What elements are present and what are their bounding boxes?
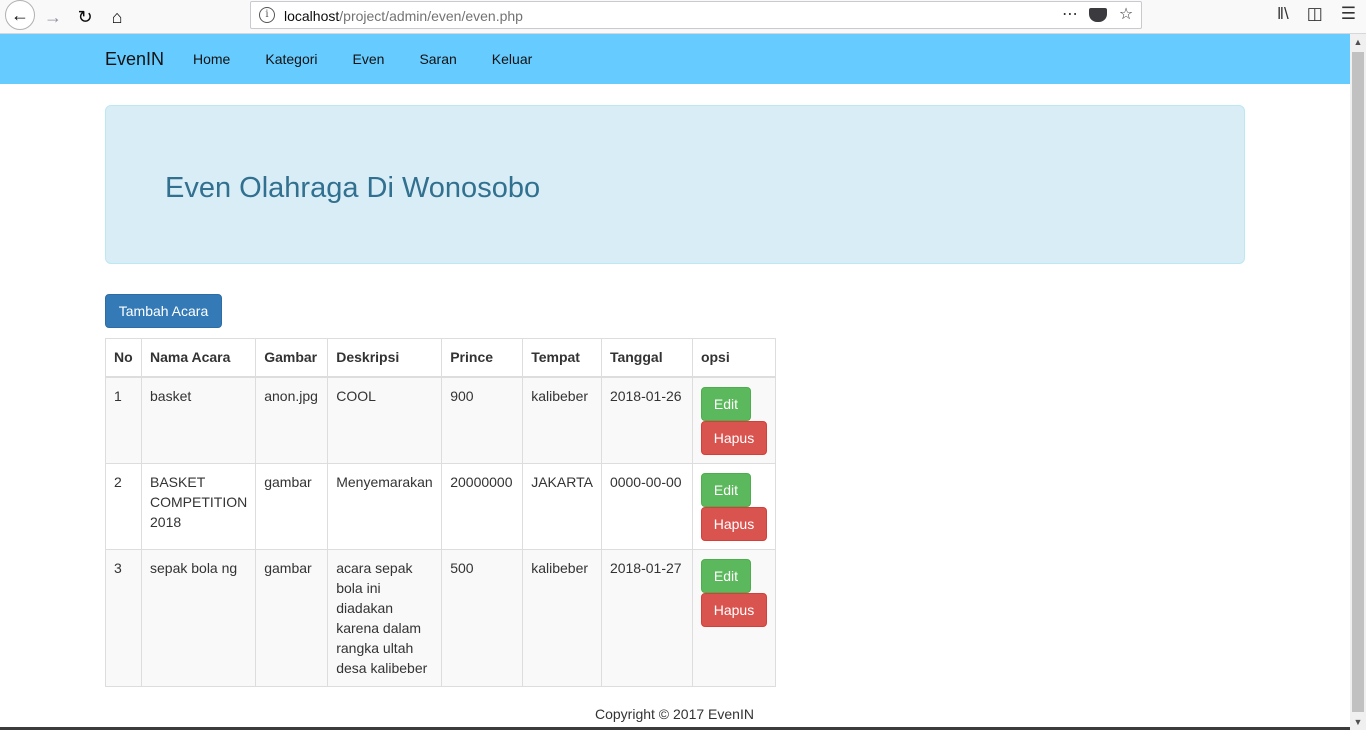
nav-keluar[interactable]: Keluar (492, 51, 532, 67)
cell-prince: 900 (441, 376, 524, 464)
table-header-row: No Nama Acara Gambar Deskripsi Prince Te… (105, 338, 776, 378)
bookmark-star-icon[interactable]: ☆ (1117, 4, 1135, 29)
library-icon[interactable]: ‖\ (1277, 4, 1289, 24)
cell-prince: 500 (441, 548, 524, 687)
cell-tanggal: 0000-00-00 (600, 462, 693, 550)
delete-button[interactable]: Hapus (700, 592, 767, 627)
cell-deskripsi: Menyemarakan (327, 462, 443, 550)
header-gambar: Gambar (255, 338, 329, 378)
nav-home[interactable]: Home (193, 51, 230, 67)
pocket-icon[interactable] (1089, 4, 1107, 29)
cell-tempat: kalibeber (522, 376, 602, 464)
url-host: localhost (284, 8, 340, 24)
cell-nama: basket (140, 376, 257, 464)
more-actions-icon[interactable]: ⋯ (1061, 4, 1079, 29)
cell-prince: 20000000 (441, 462, 524, 550)
header-opsi: opsi (691, 338, 776, 378)
cell-deskripsi: COOL (327, 376, 443, 464)
edit-button[interactable]: Edit (700, 472, 751, 507)
nav-links: Home Kategori Even Saran Keluar (193, 51, 567, 67)
cell-no: 1 (105, 376, 142, 464)
forward-arrow-icon[interactable]: → (38, 2, 68, 32)
scroll-up-arrow-icon[interactable]: ▲ (1350, 34, 1366, 50)
reload-icon[interactable]: ↻ (70, 2, 100, 32)
cell-deskripsi: acara sepak bola ini diadakan karena dal… (327, 548, 443, 687)
table-row: 1 basket anon.jpg COOL 900 kalibeber 201… (105, 376, 776, 464)
jumbotron: Even Olahraga Di Wonosobo (105, 105, 1245, 264)
cell-gambar: gambar (255, 548, 329, 687)
cell-nama: sepak bola ng (140, 548, 257, 687)
edit-button[interactable]: Edit (700, 558, 751, 593)
cell-nama: BASKET COMPETITION 2018 (140, 462, 257, 550)
back-arrow-icon[interactable]: ← (5, 0, 35, 30)
footer-copyright: Copyright © 2017 EvenIN (595, 706, 754, 722)
events-table: No Nama Acara Gambar Deskripsi Prince Te… (105, 338, 776, 687)
url-text[interactable]: localhost/project/admin/even/even.php (284, 8, 523, 24)
add-event-button[interactable]: Tambah Acara (105, 294, 222, 328)
nav-saran[interactable]: Saran (419, 51, 456, 67)
header-tanggal: Tanggal (600, 338, 693, 378)
home-icon[interactable]: ⌂ (102, 2, 132, 32)
vertical-scrollbar[interactable]: ▲ ▼ (1350, 34, 1366, 730)
header-tempat: Tempat (522, 338, 602, 378)
page-title: Even Olahraga Di Wonosobo (165, 172, 541, 204)
cell-tanggal: 2018-01-26 (600, 376, 693, 464)
browser-toolbar: ← → ↻ ⌂ i localhost/project/admin/even/e… (0, 0, 1366, 34)
nav-kategori[interactable]: Kategori (265, 51, 317, 67)
cell-tempat: kalibeber (522, 548, 602, 687)
site-navbar: EvenIN Home Kategori Even Saran Keluar (0, 34, 1350, 84)
delete-button[interactable]: Hapus (700, 420, 767, 455)
brand-logo[interactable]: EvenIN (105, 49, 164, 70)
cell-no: 3 (105, 548, 142, 687)
cell-gambar: gambar (255, 462, 329, 550)
header-deskripsi: Deskripsi (327, 338, 443, 378)
nav-even[interactable]: Even (353, 51, 385, 67)
scroll-thumb[interactable] (1352, 52, 1364, 712)
info-icon[interactable]: i (259, 7, 275, 23)
cell-opsi: Edit Hapus (691, 462, 776, 550)
url-path: /project/admin/even/even.php (339, 8, 523, 24)
sidebar-icon[interactable]: ◫ (1307, 4, 1323, 24)
cell-opsi: Edit Hapus (691, 548, 776, 687)
cell-gambar: anon.jpg (255, 376, 329, 464)
cell-no: 2 (105, 462, 142, 550)
delete-button[interactable]: Hapus (700, 506, 767, 541)
cell-opsi: Edit Hapus (691, 376, 776, 464)
cell-tempat: JAKARTA (522, 462, 602, 550)
menu-icon[interactable]: ☰ (1341, 4, 1356, 24)
edit-button[interactable]: Edit (700, 386, 751, 421)
header-no: No (105, 338, 142, 378)
header-prince: Prince (441, 338, 524, 378)
scroll-down-arrow-icon[interactable]: ▼ (1350, 714, 1366, 730)
address-bar[interactable]: i localhost/project/admin/even/even.php … (250, 1, 1142, 29)
header-nama-acara: Nama Acara (140, 338, 257, 378)
table-row: 3 sepak bola ng gambar acara sepak bola … (105, 548, 776, 687)
cell-tanggal: 2018-01-27 (600, 548, 693, 687)
table-row: 2 BASKET COMPETITION 2018 gambar Menyema… (105, 462, 776, 550)
